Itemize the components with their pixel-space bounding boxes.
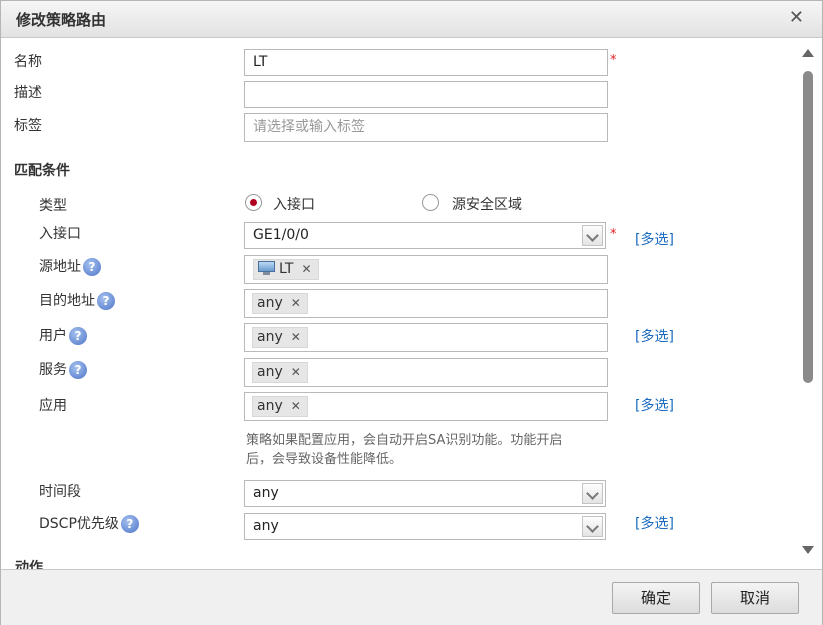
interface-select[interactable]: GE1/0/0 <box>244 222 606 249</box>
dialog-footer: 确定 取消 <box>1 569 822 625</box>
dialog-title: 修改策略路由 <box>16 11 107 29</box>
interface-label: 入接口 <box>39 226 81 242</box>
form-content: 名称 LT * 描述 标签 请选择或输入标签 匹配条件 类型 入接口 源安全区域… <box>5 39 802 569</box>
help-icon[interactable]: ? <box>69 361 87 379</box>
src-addr-label-row: 源地址? <box>39 256 101 276</box>
dst-addr-tag-label: any <box>257 295 283 311</box>
help-icon[interactable]: ? <box>83 258 101 276</box>
user-field[interactable]: any ✕ <box>244 323 608 352</box>
src-addr-tag-label: LT <box>279 261 294 277</box>
edit-policy-route-dialog: 修改策略路由 ✕ 名称 LT * 描述 标签 请选择或输入标签 匹配条件 类型 … <box>0 0 823 625</box>
help-icon[interactable]: ? <box>97 292 115 310</box>
ok-button[interactable]: 确定 <box>612 582 700 614</box>
help-icon[interactable]: ? <box>120 515 139 533</box>
time-value: any <box>253 485 279 501</box>
desc-input[interactable] <box>244 81 608 108</box>
interface-value: GE1/0/0 <box>253 227 309 243</box>
scrollbar-thumb[interactable] <box>803 71 813 383</box>
required-mark: * <box>610 53 617 68</box>
help-icon[interactable]: ? <box>69 327 87 345</box>
service-tag-label: any <box>257 364 283 380</box>
service-label-row: 服务? <box>39 359 87 379</box>
chevron-down-icon[interactable] <box>582 225 603 246</box>
tags-label: 标签 <box>14 118 42 134</box>
type-label: 类型 <box>39 198 67 214</box>
dst-addr-label-row: 目的地址? <box>39 290 115 310</box>
chevron-down-icon[interactable] <box>582 516 603 537</box>
app-label: 应用 <box>39 398 67 414</box>
src-addr-tag: LT ✕ <box>253 259 319 280</box>
dscp-label: DSCP优先级 <box>39 516 119 532</box>
app-multi-select-link[interactable]: [多选] <box>635 395 674 415</box>
chevron-down-icon[interactable] <box>582 483 603 504</box>
remove-tag-icon[interactable]: ✕ <box>291 399 301 413</box>
app-field[interactable]: any ✕ <box>244 392 608 421</box>
dscp-multi-select-link[interactable]: [多选] <box>635 513 674 533</box>
interface-multi-select-link[interactable]: [多选] <box>635 229 674 249</box>
desc-label: 描述 <box>14 85 42 101</box>
app-note-line2: 后，会导致设备性能降低。 <box>246 452 403 467</box>
dst-addr-field[interactable]: any ✕ <box>244 289 608 318</box>
user-multi-select-link[interactable]: [多选] <box>635 326 674 346</box>
user-tag: any ✕ <box>252 327 308 348</box>
app-tag: any ✕ <box>252 396 308 417</box>
cancel-button[interactable]: 取消 <box>711 582 799 614</box>
radio-src-zone-label: 源安全区域 <box>452 197 522 213</box>
name-label: 名称 <box>14 54 42 70</box>
service-field[interactable]: any ✕ <box>244 358 608 387</box>
time-label: 时间段 <box>39 484 81 500</box>
dialog-titlebar: 修改策略路由 ✕ <box>1 1 822 38</box>
src-addr-label: 源地址 <box>39 259 81 275</box>
remove-tag-icon[interactable]: ✕ <box>291 330 301 344</box>
close-icon[interactable]: ✕ <box>789 7 804 28</box>
scroll-up-icon[interactable] <box>802 49 814 57</box>
dst-addr-label: 目的地址 <box>39 293 95 309</box>
app-tag-label: any <box>257 398 283 414</box>
dst-addr-tag: any ✕ <box>252 293 308 314</box>
radio-interface-label: 入接口 <box>273 197 315 213</box>
user-label-row: 用户? <box>39 325 87 345</box>
user-label: 用户 <box>39 328 67 344</box>
remove-tag-icon[interactable]: ✕ <box>291 365 301 379</box>
dscp-value: any <box>253 518 279 534</box>
match-section-title: 匹配条件 <box>14 163 70 179</box>
src-addr-field[interactable]: LT ✕ <box>244 255 608 284</box>
radio-interface[interactable] <box>245 194 262 211</box>
dscp-select[interactable]: any <box>244 513 606 540</box>
name-input[interactable]: LT <box>244 49 608 76</box>
app-note-line1: 策略如果配置应用，会自动开启SA识别功能。功能开启 <box>246 433 563 448</box>
scroll-down-icon[interactable] <box>802 546 814 554</box>
vertical-scrollbar[interactable] <box>800 39 818 569</box>
remove-tag-icon[interactable]: ✕ <box>301 262 311 276</box>
remove-tag-icon[interactable]: ✕ <box>291 296 301 310</box>
computer-icon <box>258 261 275 275</box>
action-section-title: 动作 <box>15 560 43 569</box>
service-label: 服务 <box>39 362 67 378</box>
required-mark: * <box>610 227 617 242</box>
tags-input[interactable]: 请选择或输入标签 <box>244 113 608 142</box>
time-select[interactable]: any <box>244 480 606 507</box>
user-tag-label: any <box>257 329 283 345</box>
service-tag: any ✕ <box>252 362 308 383</box>
radio-src-zone[interactable] <box>422 194 439 211</box>
dscp-label-row: DSCP优先级? <box>39 513 139 533</box>
